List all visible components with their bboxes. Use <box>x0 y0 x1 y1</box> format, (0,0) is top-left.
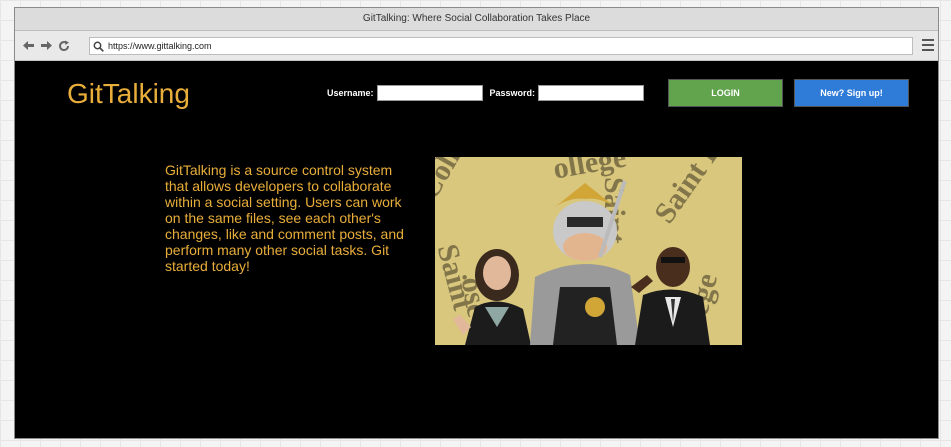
username-input[interactable] <box>376 85 483 101</box>
username-label: Username: <box>327 88 374 98</box>
site-description: GitTalking is a source control system th… <box>165 162 404 274</box>
url-text: https://www.gittalking.com <box>108 41 212 51</box>
back-arrow-icon[interactable] <box>19 37 37 55</box>
browser-toolbar: https://www.gittalking.com <box>15 31 938 61</box>
window-title: GitTalking: Where Social Collaboration T… <box>15 8 938 31</box>
hamburger-menu-icon[interactable] <box>920 37 936 53</box>
reload-icon[interactable] <box>55 37 73 55</box>
site-logo[interactable]: GitTalking <box>67 78 190 110</box>
password-label: Password: <box>489 88 536 98</box>
address-bar[interactable]: https://www.gittalking.com <box>89 37 913 55</box>
page-content: GitTalking Username: Password: LOGIN New… <box>15 61 938 438</box>
login-form: Username: Password: <box>327 85 651 101</box>
password-input[interactable] <box>538 85 645 101</box>
forward-arrow-icon[interactable] <box>37 37 55 55</box>
mascot-photo: College ose C Saint Saint R ollege llege… <box>435 157 742 345</box>
browser-window: GitTalking: Where Social Collaboration T… <box>14 7 939 439</box>
login-button[interactable]: LOGIN <box>668 79 783 107</box>
signup-button[interactable]: New? Sign up! <box>794 79 909 107</box>
search-icon <box>93 41 104 52</box>
